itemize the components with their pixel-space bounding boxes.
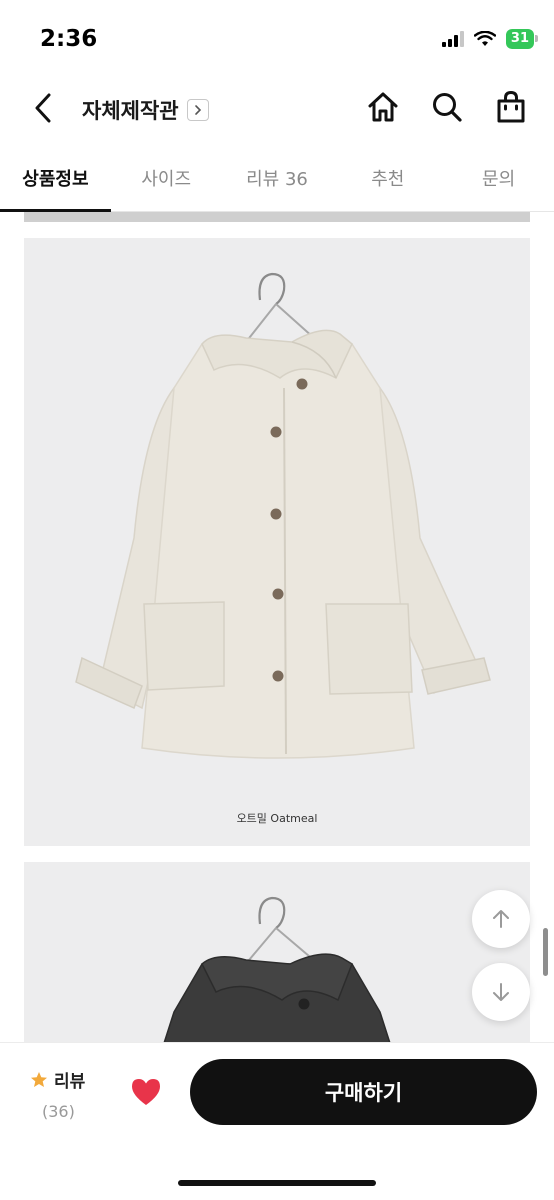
store-title-link[interactable]: 자체제작관 — [82, 95, 209, 125]
home-icon — [368, 92, 398, 122]
wifi-icon — [473, 31, 496, 46]
arrow-down-icon — [493, 983, 509, 1001]
search-button[interactable] — [430, 88, 464, 126]
tab-size[interactable]: 사이즈 — [111, 148, 222, 211]
tab-product-info[interactable]: 상품정보 — [0, 148, 111, 212]
review-label: 리뷰 — [54, 1072, 86, 1092]
review-summary[interactable]: 리뷰 (36) — [30, 1067, 85, 1121]
tab-reviews[interactable]: 리뷰 36 — [222, 148, 333, 211]
tab-inquiry[interactable]: 문의 — [443, 148, 554, 211]
scrollbar[interactable] — [543, 928, 548, 976]
nav-actions — [366, 88, 528, 126]
previous-image-edge — [24, 212, 530, 222]
scroll-bottom-button[interactable] — [472, 963, 530, 1021]
signal-icon — [441, 31, 464, 47]
coat-illustration-oatmeal — [75, 272, 491, 759]
heart-icon — [132, 1079, 160, 1105]
product-detail-content[interactable]: 오트밀 Oatmeal — [0, 212, 554, 1042]
coat-illustration-charcoal — [163, 896, 391, 1042]
product-image-charcoal — [24, 862, 530, 1042]
home-indicator — [178, 1180, 376, 1186]
chevron-right-icon — [186, 99, 209, 121]
bottom-action-bar: 리뷰 (36) 구매하기 — [0, 1042, 554, 1200]
product-tabs: 상품정보 사이즈 리뷰 36 추천 문의 — [0, 148, 554, 212]
search-icon — [433, 93, 462, 122]
store-title: 자체제작관 — [82, 99, 179, 123]
tab-recommend[interactable]: 추천 — [332, 148, 443, 211]
battery-indicator: 31 — [505, 29, 539, 49]
status-time: 2:36 — [40, 26, 98, 52]
review-count: (36) — [42, 1102, 75, 1121]
product-caption: 오트밀 Oatmeal — [236, 812, 318, 825]
product-image-oatmeal: 오트밀 Oatmeal — [24, 238, 530, 846]
back-button[interactable] — [28, 90, 58, 126]
home-button[interactable] — [366, 88, 400, 126]
chevron-left-icon — [35, 93, 51, 123]
status-icons: 31 — [441, 29, 539, 49]
wishlist-button[interactable] — [130, 1077, 162, 1107]
arrow-up-icon — [493, 910, 509, 928]
shopping-bag-icon — [497, 90, 525, 123]
scroll-top-button[interactable] — [472, 890, 530, 948]
star-icon — [31, 1071, 47, 1087]
cart-button[interactable] — [494, 88, 528, 126]
buy-button[interactable]: 구매하기 — [190, 1059, 537, 1125]
nav-bar: 자체제작관 — [0, 80, 554, 140]
status-bar: 2:36 31 — [0, 0, 554, 80]
